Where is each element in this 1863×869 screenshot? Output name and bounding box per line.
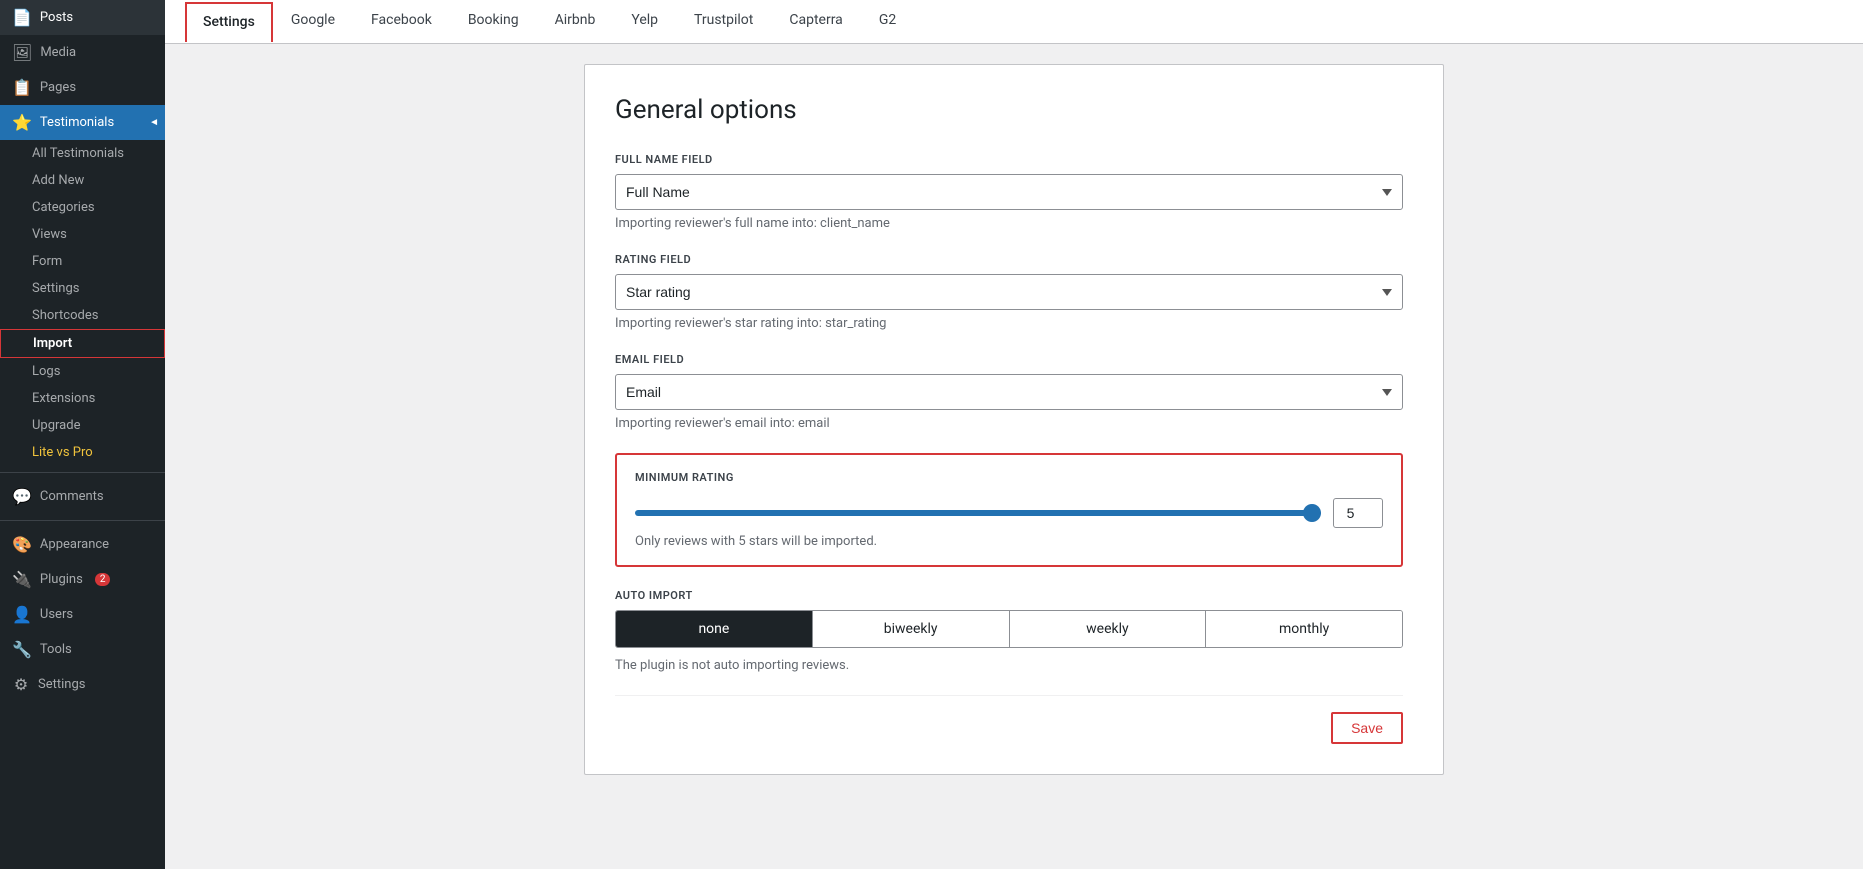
- full-name-label: FULL NAME FIELD: [615, 153, 1403, 166]
- minimum-rating-slider[interactable]: [635, 510, 1321, 516]
- tab-settings[interactable]: Settings: [185, 2, 273, 42]
- appearance-icon: 🎨: [12, 535, 32, 554]
- main-area: Settings Google Facebook Booking Airbnb …: [165, 0, 1863, 869]
- rating-hint: Importing reviewer's star rating into: s…: [615, 316, 1403, 331]
- auto-import-label: AUTO IMPORT: [615, 589, 1403, 602]
- auto-import-monthly[interactable]: monthly: [1205, 611, 1402, 647]
- sidebar-item-extensions[interactable]: Extensions: [0, 385, 165, 412]
- sidebar-item-media[interactable]: 🖼 Media: [0, 35, 165, 70]
- sidebar-divider-1: [0, 472, 165, 473]
- sidebar-item-comments[interactable]: 💬 Comments: [0, 479, 165, 514]
- sidebar-item-views[interactable]: Views: [0, 221, 165, 248]
- testimonials-submenu: All Testimonials Add New Categories View…: [0, 140, 165, 466]
- page-title: General options: [615, 95, 1403, 125]
- tab-trustpilot[interactable]: Trustpilot: [676, 0, 771, 43]
- tools-icon: 🔧: [12, 640, 32, 659]
- sidebar-item-categories[interactable]: Categories: [0, 194, 165, 221]
- rating-field-group: RATING FIELD Star rating Numeric rating …: [615, 253, 1403, 331]
- tab-facebook[interactable]: Facebook: [353, 0, 450, 43]
- sidebar-item-pages[interactable]: 📋 Pages: [0, 70, 165, 105]
- sidebar-item-posts[interactable]: 📄 Posts: [0, 0, 165, 35]
- auto-import-biweekly[interactable]: biweekly: [812, 611, 1009, 647]
- sidebar-item-plugins[interactable]: 🔌 Plugins 2: [0, 562, 165, 597]
- sidebar-item-lite-vs-pro[interactable]: Lite vs Pro: [0, 439, 165, 466]
- page-content: General options FULL NAME FIELD Full Nam…: [165, 44, 1863, 869]
- settings-main-icon: ⚙: [12, 675, 30, 694]
- plugins-badge: 2: [95, 573, 111, 586]
- auto-import-field-group: AUTO IMPORT none biweekly weekly monthly…: [615, 589, 1403, 673]
- tab-google[interactable]: Google: [273, 0, 353, 43]
- sidebar-item-testimonials[interactable]: ⭐ Testimonials: [0, 105, 165, 140]
- sidebar-item-appearance[interactable]: 🎨 Appearance: [0, 527, 165, 562]
- tab-yelp[interactable]: Yelp: [613, 0, 676, 43]
- sidebar-item-add-new[interactable]: Add New: [0, 167, 165, 194]
- rating-select[interactable]: Star rating Numeric rating: [615, 274, 1403, 310]
- sidebar-item-users[interactable]: 👤 Users: [0, 597, 165, 632]
- users-icon: 👤: [12, 605, 32, 624]
- comments-icon: 💬: [12, 487, 32, 506]
- general-options-card: General options FULL NAME FIELD Full Nam…: [584, 64, 1444, 775]
- sidebar-item-all-testimonials[interactable]: All Testimonials: [0, 140, 165, 167]
- auto-import-weekly[interactable]: weekly: [1009, 611, 1206, 647]
- email-label: EMAIL FIELD: [615, 353, 1403, 366]
- save-row: Save: [615, 695, 1403, 744]
- tab-booking[interactable]: Booking: [450, 0, 537, 43]
- email-field-group: EMAIL FIELD Email None Importing reviewe…: [615, 353, 1403, 431]
- posts-icon: 📄: [12, 8, 32, 27]
- sidebar: 📄 Posts 🖼 Media 📋 Pages ⭐ Testimonials A…: [0, 0, 165, 869]
- sidebar-divider-2: [0, 520, 165, 521]
- sidebar-item-settings-main[interactable]: ⚙ Settings: [0, 667, 165, 702]
- pages-icon: 📋: [12, 78, 32, 97]
- minimum-rating-box: MINIMUM RATING Only reviews with 5 stars…: [615, 453, 1403, 567]
- minimum-rating-number[interactable]: [1333, 498, 1383, 528]
- full-name-hint: Importing reviewer's full name into: cli…: [615, 216, 1403, 231]
- tab-airbnb[interactable]: Airbnb: [537, 0, 614, 43]
- tab-g2[interactable]: G2: [861, 0, 914, 43]
- save-button[interactable]: Save: [1331, 712, 1403, 744]
- media-icon: 🖼: [12, 43, 32, 62]
- sidebar-item-import[interactable]: Import: [0, 329, 165, 358]
- sidebar-item-tools[interactable]: 🔧 Tools: [0, 632, 165, 667]
- email-hint: Importing reviewer's email into: email: [615, 416, 1403, 431]
- full-name-select[interactable]: Full Name Display Name Username: [615, 174, 1403, 210]
- sidebar-item-shortcodes[interactable]: Shortcodes: [0, 302, 165, 329]
- min-rating-hint: Only reviews with 5 stars will be import…: [635, 534, 1383, 549]
- sidebar-item-form[interactable]: Form: [0, 248, 165, 275]
- tab-capterra[interactable]: Capterra: [771, 0, 860, 43]
- rating-label: RATING FIELD: [615, 253, 1403, 266]
- slider-row: [635, 498, 1383, 528]
- plugins-icon: 🔌: [12, 570, 32, 589]
- full-name-field-group: FULL NAME FIELD Full Name Display Name U…: [615, 153, 1403, 231]
- auto-import-toggle-group: none biweekly weekly monthly: [615, 610, 1403, 648]
- sidebar-item-logs[interactable]: Logs: [0, 358, 165, 385]
- sidebar-item-settings[interactable]: Settings: [0, 275, 165, 302]
- email-select[interactable]: Email None: [615, 374, 1403, 410]
- tab-navigation: Settings Google Facebook Booking Airbnb …: [165, 0, 1863, 44]
- auto-import-none[interactable]: none: [616, 611, 812, 647]
- sidebar-item-upgrade[interactable]: Upgrade: [0, 412, 165, 439]
- auto-import-hint: The plugin is not auto importing reviews…: [615, 658, 1403, 673]
- testimonials-icon: ⭐: [12, 113, 32, 132]
- min-rating-label: MINIMUM RATING: [635, 471, 1383, 484]
